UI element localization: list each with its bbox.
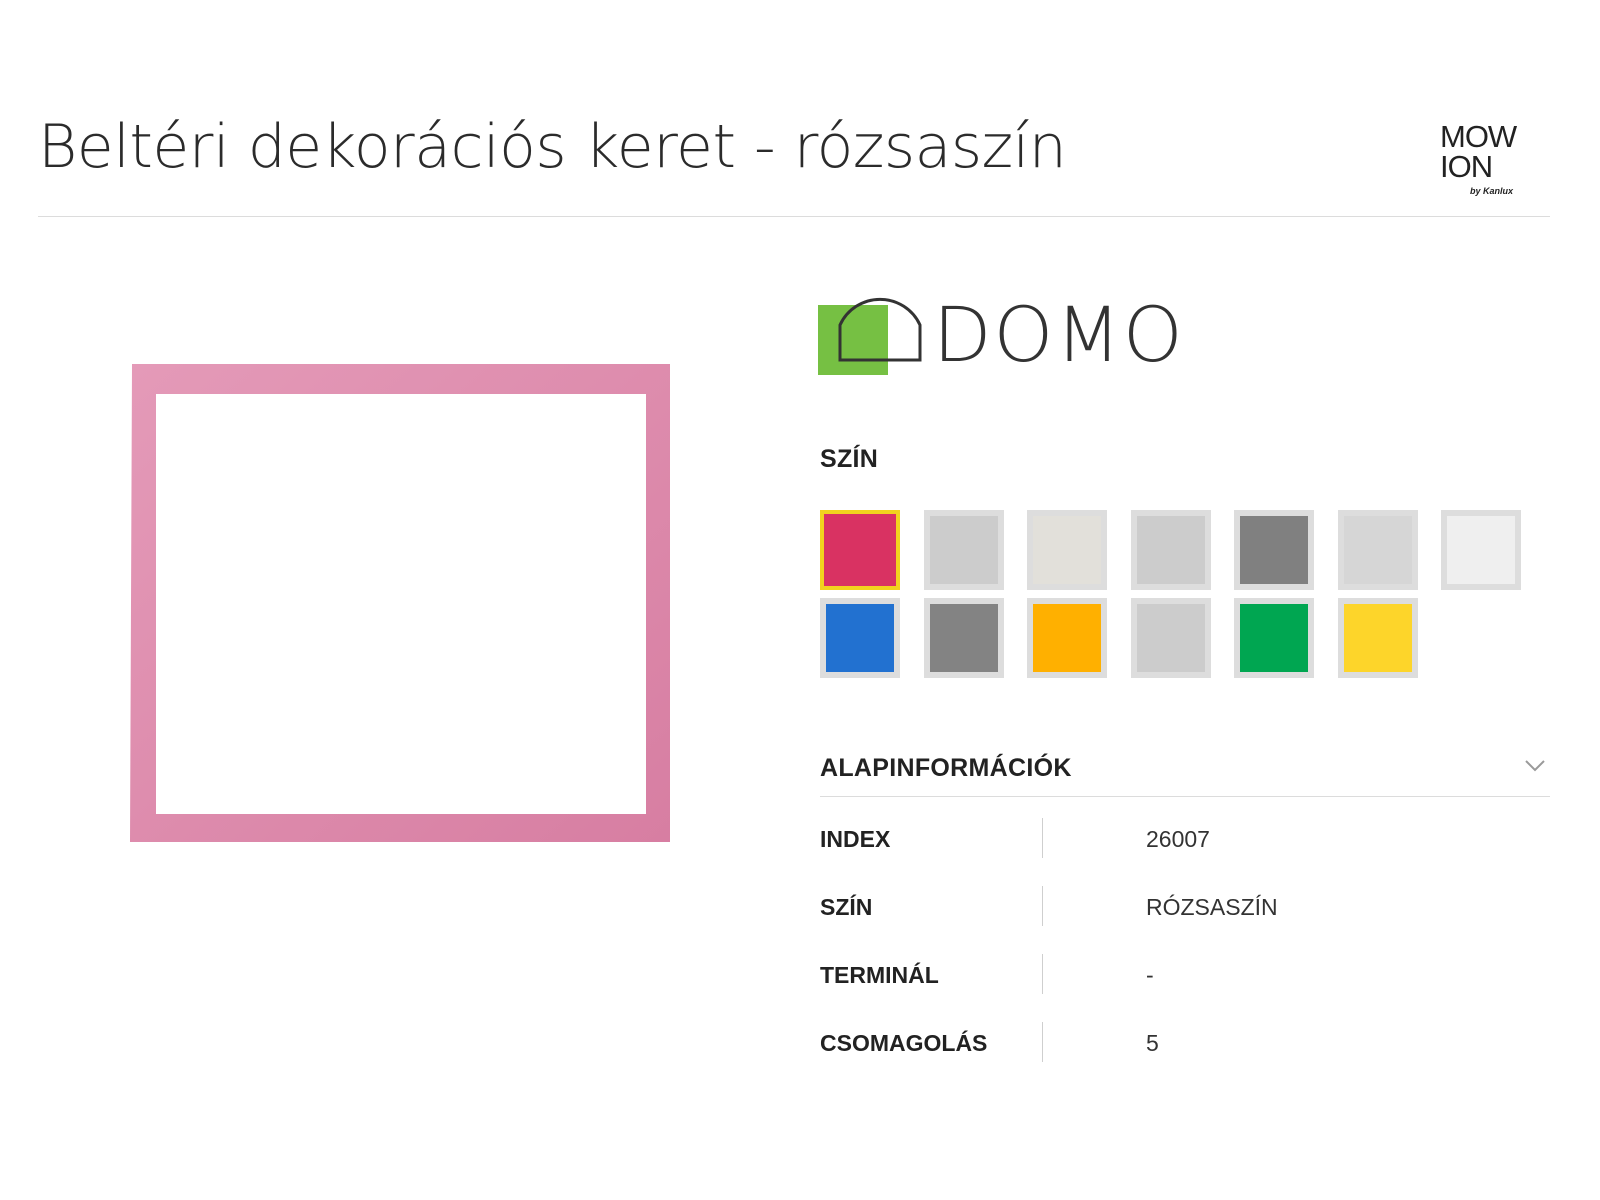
info-separator <box>1042 1022 1043 1062</box>
color-section-label: SZÍN <box>820 445 879 473</box>
color-swatch-fill <box>929 604 998 672</box>
info-separator <box>1042 886 1043 926</box>
page-title: Beltéri dekorációs keret - rózsaszín <box>38 112 1067 182</box>
accordion-divider <box>820 796 1550 797</box>
color-swatch[interactable] <box>1027 510 1107 590</box>
info-value: - <box>1146 962 1154 988</box>
color-swatch-fill <box>1240 604 1308 672</box>
info-row: CSOMAGOLÁS 5 <box>820 1022 1550 1062</box>
mowion-brand-logo: MOW ION by Kanlux <box>1440 119 1530 202</box>
chevron-down-icon[interactable] <box>1524 754 1546 776</box>
color-swatch-fill <box>826 604 894 672</box>
domo-logo-text: DOMO <box>933 290 1185 379</box>
domo-house-icon <box>818 297 922 375</box>
info-value: 5 <box>1146 1030 1159 1056</box>
info-key: CSOMAGOLÁS <box>820 1030 988 1056</box>
product-image <box>130 364 670 842</box>
color-swatch-fill <box>1136 604 1205 672</box>
color-swatch[interactable] <box>1337 598 1418 678</box>
color-swatch[interactable] <box>820 510 900 590</box>
info-value: 26007 <box>1146 826 1210 852</box>
color-swatch[interactable] <box>1441 510 1521 590</box>
color-swatch-fill <box>1240 516 1308 584</box>
color-swatch[interactable] <box>1234 510 1314 590</box>
color-swatch-fill <box>824 514 896 586</box>
color-swatch[interactable] <box>1027 598 1107 678</box>
color-swatch-fill <box>1033 604 1101 672</box>
color-swatch-fill <box>1136 516 1205 584</box>
info-value: RÓZSASZÍN <box>1146 894 1278 920</box>
color-swatch[interactable] <box>923 510 1004 590</box>
brand-logo-line2: ION <box>1440 149 1493 184</box>
color-swatch[interactable] <box>923 598 1004 678</box>
color-swatch-fill <box>1033 516 1101 584</box>
header-divider <box>38 216 1550 217</box>
domo-series-logo: DOMO <box>818 285 1183 380</box>
color-swatch-fill <box>1343 516 1412 584</box>
color-swatch[interactable] <box>820 598 900 678</box>
brand-logo-byline: by Kanlux <box>1470 186 1514 196</box>
color-swatch[interactable] <box>1130 598 1211 678</box>
color-swatch[interactable] <box>1234 598 1314 678</box>
color-swatch-fill <box>929 516 998 584</box>
info-key: SZÍN <box>820 894 873 920</box>
color-swatch[interactable] <box>1337 510 1418 590</box>
basic-info-label: ALAPINFORMÁCIÓK <box>820 754 1072 782</box>
info-separator <box>1042 954 1043 994</box>
info-row: INDEX 26007 <box>820 818 1550 858</box>
color-swatch-fill <box>1343 604 1412 672</box>
info-key: INDEX <box>820 826 891 852</box>
brand-logo-line1: MOW <box>1440 119 1517 154</box>
info-key: TERMINÁL <box>820 962 939 988</box>
basic-info-accordion-header[interactable]: ALAPINFORMÁCIÓK <box>820 740 1550 796</box>
color-swatch[interactable] <box>1130 510 1211 590</box>
color-swatch-fill <box>1447 516 1515 584</box>
info-row: SZÍN RÓZSASZÍN <box>820 886 1550 926</box>
info-row: TERMINÁL - <box>820 954 1550 994</box>
info-separator <box>1042 818 1043 858</box>
